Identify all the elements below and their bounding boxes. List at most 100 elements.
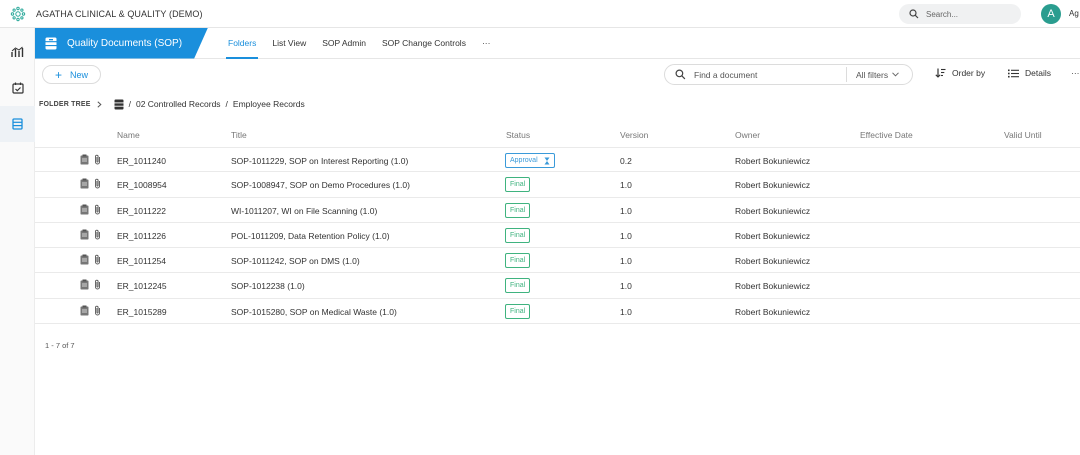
cell-owner: Robert Bokuniewicz	[735, 205, 811, 216]
column-header-effective-date[interactable]: Effective Date	[860, 130, 913, 140]
documents-rail-button[interactable]	[0, 106, 35, 142]
clipboard-icon[interactable]	[80, 178, 89, 189]
table-row[interactable]: ER_1012245 SOP-1012238 (1.0) Final 1.0 Rober…	[35, 273, 1080, 299]
avatar[interactable]: A	[1041, 4, 1061, 24]
tab-folders[interactable]: Folders	[220, 28, 264, 59]
table-row[interactable]: ER_1011240 SOP-1011229, SOP on Interest R…	[35, 147, 1080, 173]
clipboard-icon[interactable]	[80, 229, 89, 240]
column-header-name[interactable]: Name	[117, 130, 140, 140]
table-row[interactable]: ER_1011222 WI-1011207, WI on File Scannin…	[35, 198, 1080, 223]
hourglass-icon	[544, 157, 550, 164]
status-label: Final	[510, 181, 526, 189]
status-badge: Final	[505, 278, 531, 294]
plus-icon: +	[54, 67, 62, 82]
clipboard-icon[interactable]	[80, 305, 89, 316]
attachment-icon[interactable]	[94, 154, 101, 165]
module-title: Quality Documents (SOP)	[67, 37, 183, 49]
top-bar: AGATHA CLINICAL & QUALITY (DEMO) Search.…	[0, 0, 1080, 28]
cell-title[interactable]: SOP-1011242, SOP on DMS (1.0)	[231, 256, 360, 266]
column-header-valid-until[interactable]: Valid Until	[1004, 130, 1042, 140]
cell-title[interactable]: SOP-1008947, SOP on Demo Procedures (1.0…	[231, 180, 410, 190]
attachment-icon[interactable]	[94, 178, 101, 189]
order-by-button[interactable]: Order by	[935, 68, 985, 78]
module-tabs: Folders List View SOP Admin SOP Change C…	[220, 28, 498, 59]
module-header: Quality Documents (SOP) Folders List Vie…	[35, 27, 1080, 59]
cell-owner: Robert Bokuniewicz	[735, 256, 811, 267]
column-header-owner[interactable]: Owner	[735, 130, 760, 140]
status-badge: Final	[505, 253, 531, 269]
pagination-summary: 1 - 7 of 7	[45, 341, 75, 350]
global-search-input[interactable]: Search...	[899, 4, 1021, 24]
cell-version: 0.2	[620, 156, 632, 166]
cell-name[interactable]: ER_1011254	[117, 256, 166, 266]
calendar-check-icon	[11, 82, 24, 94]
clipboard-icon[interactable]	[80, 204, 89, 215]
chevron-right-icon[interactable]	[97, 100, 102, 108]
clipboard-icon[interactable]	[80, 279, 89, 290]
dashboard-rail-button[interactable]	[0, 34, 35, 70]
chevron-down-icon	[892, 72, 899, 77]
cell-owner: Robert Bokuniewicz	[735, 306, 811, 317]
cell-title[interactable]: SOP-1012238 (1.0)	[231, 281, 305, 291]
find-document-input[interactable]: Find a document All filters	[664, 64, 913, 85]
row-actions	[80, 204, 101, 215]
cell-name[interactable]: ER_1008954	[117, 180, 167, 190]
cell-title[interactable]: SOP-1015280, SOP on Medical Waste (1.0)	[231, 307, 397, 317]
row-actions	[80, 305, 101, 316]
document-stack-icon	[12, 118, 23, 130]
chart-icon	[11, 46, 24, 57]
cell-name[interactable]: ER_1011240	[117, 156, 166, 166]
cell-title[interactable]: WI-1011207, WI on File Scanning (1.0)	[231, 206, 377, 216]
row-actions	[80, 229, 101, 240]
search-icon	[675, 69, 686, 80]
table-row[interactable]: ER_1011226 POL-1011209, Data Retention Po…	[35, 223, 1080, 249]
all-filters-dropdown[interactable]: All filters	[856, 70, 888, 80]
breadcrumb-path: / 02 Controlled Records / Employee Recor…	[114, 99, 305, 110]
folder-tree-toggle[interactable]: FOLDER TREE	[39, 101, 91, 108]
cell-version: 1.0	[620, 256, 632, 267]
status-label: Final	[510, 231, 526, 239]
row-actions	[80, 254, 101, 265]
toolbar-more-button[interactable]: ···	[1071, 68, 1080, 78]
module-title-badge[interactable]: Quality Documents (SOP)	[35, 27, 208, 59]
clipboard-icon[interactable]	[80, 154, 89, 165]
table-row[interactable]: ER_1008954 SOP-1008947, SOP on Demo Proce…	[35, 172, 1080, 198]
new-button[interactable]: + New	[42, 65, 101, 84]
status-badge: Final	[505, 227, 531, 243]
status-badge: Final	[505, 202, 531, 218]
tab-list-view[interactable]: List View	[264, 28, 314, 59]
column-header-version[interactable]: Version	[620, 130, 648, 140]
clipboard-icon[interactable]	[80, 254, 89, 265]
column-header-title[interactable]: Title	[231, 130, 247, 140]
attachment-icon[interactable]	[94, 279, 101, 290]
breadcrumb-item-controlled-records[interactable]: 02 Controlled Records	[136, 99, 221, 109]
cell-version: 1.0	[620, 230, 632, 241]
tab-sop-change-controls[interactable]: SOP Change Controls	[374, 28, 474, 59]
find-document-placeholder: Find a document	[694, 69, 758, 80]
column-header-status[interactable]: Status	[506, 130, 530, 140]
details-button[interactable]: Details	[1008, 68, 1051, 78]
cell-name[interactable]: ER_1011222	[117, 206, 166, 216]
cell-name[interactable]: ER_1015289	[117, 307, 167, 317]
cell-version: 1.0	[620, 205, 632, 216]
cell-title[interactable]: POL-1011209, Data Retention Policy (1.0)	[231, 231, 390, 241]
table-row[interactable]: ER_1015289 SOP-1015280, SOP on Medical Wa…	[35, 299, 1080, 325]
tab-sop-admin[interactable]: SOP Admin	[314, 28, 374, 59]
cell-title[interactable]: SOP-1011229, SOP on Interest Reporting (…	[231, 156, 408, 166]
cell-name[interactable]: ER_1012245	[117, 281, 167, 291]
user-name[interactable]: Ag	[1069, 9, 1079, 18]
cell-owner: Robert Bokuniewicz	[735, 281, 811, 292]
tabs-more-button[interactable]: ···	[474, 28, 499, 59]
attachment-icon[interactable]	[94, 254, 101, 265]
tasks-rail-button[interactable]	[0, 70, 35, 106]
attachment-icon[interactable]	[94, 204, 101, 215]
breadcrumb-item-employee-records[interactable]: Employee Records	[233, 99, 305, 109]
cell-name[interactable]: ER_1011226	[117, 231, 166, 241]
breadcrumb-separator: /	[128, 99, 131, 109]
document-cabinet-icon	[45, 37, 57, 49]
app-logo-icon[interactable]	[0, 6, 36, 22]
attachment-icon[interactable]	[94, 305, 101, 316]
table-row[interactable]: ER_1011254 SOP-1011242, SOP on DMS (1.0) F…	[35, 248, 1080, 274]
sort-icon	[935, 68, 946, 78]
attachment-icon[interactable]	[94, 229, 101, 240]
